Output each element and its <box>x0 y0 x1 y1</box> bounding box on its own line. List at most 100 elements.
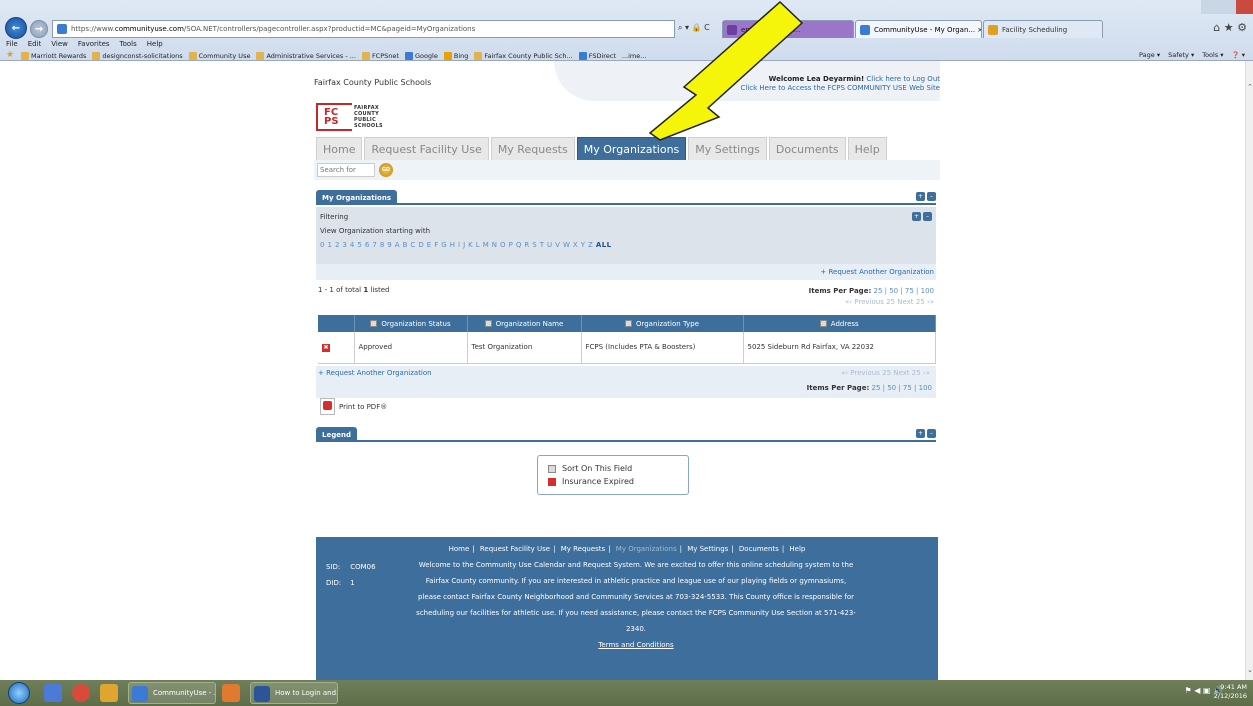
site-title: Fairfax County Public Schools <box>314 78 432 87</box>
items-per-page-options[interactable]: 25 | 50 | 75 | 100 <box>871 384 932 392</box>
taskbar: CommunityUse - ... How to Login and... ⚑… <box>0 680 1253 706</box>
tab-home[interactable]: Home <box>316 137 363 160</box>
favorite-item[interactable]: Community Use <box>188 51 250 60</box>
tab-my-settings[interactable]: My Settings <box>688 137 767 160</box>
expand-icon[interactable]: + <box>916 429 925 438</box>
tab-label: CommunityUse - My Organ... × <box>874 25 982 34</box>
maximize-button[interactable] <box>1218 0 1236 14</box>
header-organization-type[interactable]: Organization Type <box>581 315 744 332</box>
alphabet-filter[interactable]: 0 1 2 3 4 5 6 7 8 9 A B C D E F G H I J … <box>320 238 932 252</box>
folder-pin-icon[interactable] <box>100 684 118 702</box>
task-label: How to Login and... <box>275 689 338 697</box>
menu-edit[interactable]: Edit <box>28 40 42 48</box>
menu-help[interactable]: Help <box>147 40 163 48</box>
browser-tab-communityuse[interactable]: CommunityUse - My Organ... × <box>855 20 982 38</box>
filter-all-link[interactable]: ALL <box>596 241 612 249</box>
forward-button[interactable]: → <box>30 20 48 38</box>
pdf-icon[interactable] <box>320 398 335 415</box>
back-button[interactable]: ← <box>5 17 27 39</box>
clock-time: 9:41 AM <box>1220 683 1247 691</box>
favorite-item[interactable]: Google <box>404 51 438 60</box>
logout-link[interactable]: Click here to Log Out <box>866 75 940 83</box>
filtering-label: Filtering <box>320 213 349 221</box>
favorite-item[interactable]: Marriott Rewards <box>21 51 86 60</box>
favorites-bar: ★ Marriott Rewards designconst-solicitat… <box>0 50 1253 61</box>
request-another-organization-link-bottom[interactable]: + Request Another Organization <box>318 369 432 377</box>
tab-help[interactable]: Help <box>847 137 887 160</box>
pager-bottom[interactable]: «‹ Previous 25 Next 25 ›» <box>841 369 930 377</box>
favorites-star-icon[interactable]: ★ <box>6 51 15 60</box>
menu-file[interactable]: File <box>6 40 18 48</box>
collapse-icon[interactable]: – <box>923 212 932 221</box>
scroll-down-icon[interactable]: ⌄ <box>1246 666 1253 674</box>
go-button[interactable]: GO <box>379 163 393 177</box>
favorite-item[interactable]: Administrative Services - ... <box>256 51 356 60</box>
menu-tools[interactable]: Tools <box>120 40 137 48</box>
minimize-button[interactable] <box>1201 0 1219 14</box>
alphabet-links[interactable]: 0 1 2 3 4 5 6 7 8 9 A B C D E F G H I J … <box>320 241 593 249</box>
folder-icon <box>92 51 101 60</box>
terms-and-conditions-link[interactable]: Terms and Conditions <box>416 637 856 653</box>
search-input[interactable] <box>317 163 375 177</box>
collapse-icon[interactable]: – <box>927 429 936 438</box>
favorite-item[interactable]: FSDirect <box>578 51 616 60</box>
print-label[interactable]: Print to PDF® <box>339 403 387 411</box>
menu-view[interactable]: View <box>51 40 68 48</box>
address-bar[interactable]: https://www. communityuse.com/SOA.NET/con… <box>52 20 675 38</box>
close-window-button[interactable] <box>1235 0 1253 14</box>
favorite-item[interactable]: ...ime... <box>622 52 647 60</box>
tab-my-organizations[interactable]: My Organizations <box>576 137 687 160</box>
request-another-organization-link[interactable]: + Request Another Organization <box>316 264 936 280</box>
tab-my-requests[interactable]: My Requests <box>490 137 575 160</box>
favorite-icon <box>361 51 370 60</box>
tab-favicon <box>727 25 737 35</box>
header-organization-status[interactable]: Organization Status <box>354 315 468 332</box>
home-favorites-settings-icons[interactable]: ⌂ ★ ⚙ <box>1213 21 1247 34</box>
footer-link-my-settings[interactable]: My Settings <box>687 545 728 553</box>
favorite-item[interactable]: designconst-solicitations <box>92 51 183 60</box>
main-tabs: Home Request Facility Use My Requests My… <box>316 137 887 160</box>
footer-link-documents[interactable]: Documents <box>739 545 779 553</box>
favorite-item[interactable]: Fairfax County Public Sch... <box>474 51 573 60</box>
cell-organization-name-link[interactable]: Test Organization <box>467 332 582 363</box>
footer-link-help[interactable]: Help <box>789 545 805 553</box>
print-to-pdf[interactable]: Print to PDF® <box>320 398 387 415</box>
scroll-up-icon[interactable]: ⌃ <box>1246 83 1253 91</box>
chrome-pin-icon[interactable] <box>72 684 90 702</box>
vertical-scrollbar[interactable]: ⌃ ⌄ <box>1245 61 1253 680</box>
address-tools-icon[interactable]: ⌕ ▾ 🔒 C <box>678 23 710 33</box>
start-button[interactable] <box>8 682 30 704</box>
outlook-pin-icon[interactable] <box>222 684 240 702</box>
footer-link-my-organizations[interactable]: My Organizations <box>616 545 677 553</box>
favorite-item[interactable]: FCPSnet <box>361 51 399 60</box>
tools-menu[interactable]: Tools ▾ <box>1202 51 1223 59</box>
footer-link-request-facility-use[interactable]: Request Facility Use <box>480 545 550 553</box>
tab-documents[interactable]: Documents <box>768 137 846 160</box>
community-use-site-link[interactable]: Click Here to Access the FCPS COMMUNITY … <box>740 84 940 92</box>
list-info: 1 - 1 of total 1 listed <box>318 286 389 294</box>
browser-tab-facilities[interactable]: ent of Facilities... <box>722 20 854 38</box>
header-address[interactable]: Address <box>743 315 936 332</box>
help-menu[interactable]: ❓ ▾ <box>1232 51 1245 59</box>
pager[interactable]: «‹ Previous 25 Next 25 ›» <box>809 297 934 308</box>
footer-link-my-requests[interactable]: My Requests <box>561 545 606 553</box>
did-label: DID: <box>326 579 342 587</box>
footer-link-home[interactable]: Home <box>449 545 470 553</box>
expand-icon[interactable]: + <box>916 192 925 201</box>
expand-icon[interactable]: + <box>912 212 921 221</box>
browser-tab-facility-scheduling[interactable]: Facility Scheduling <box>983 20 1103 38</box>
favorite-item[interactable]: Bing <box>443 51 468 60</box>
page-menu[interactable]: Page ▾ <box>1139 51 1160 59</box>
menu-favorites[interactable]: Favorites <box>78 40 110 48</box>
taskbar-task-word[interactable]: How to Login and... <box>250 682 338 704</box>
taskbar-task-communityuse[interactable]: CommunityUse - ... <box>128 682 216 704</box>
list-count: 1 <box>363 286 369 294</box>
safety-menu[interactable]: Safety ▾ <box>1168 51 1194 59</box>
explorer-pin-icon[interactable] <box>44 684 62 702</box>
clock[interactable]: 9:41 AM 2/12/2016 <box>1214 683 1247 701</box>
sort-icon <box>819 320 827 327</box>
items-per-page-options[interactable]: 25 | 50 | 75 | 100 <box>873 287 934 295</box>
tab-request-facility-use[interactable]: Request Facility Use <box>364 137 489 160</box>
collapse-icon[interactable]: – <box>927 192 936 201</box>
header-organization-name[interactable]: Organization Name <box>467 315 582 332</box>
